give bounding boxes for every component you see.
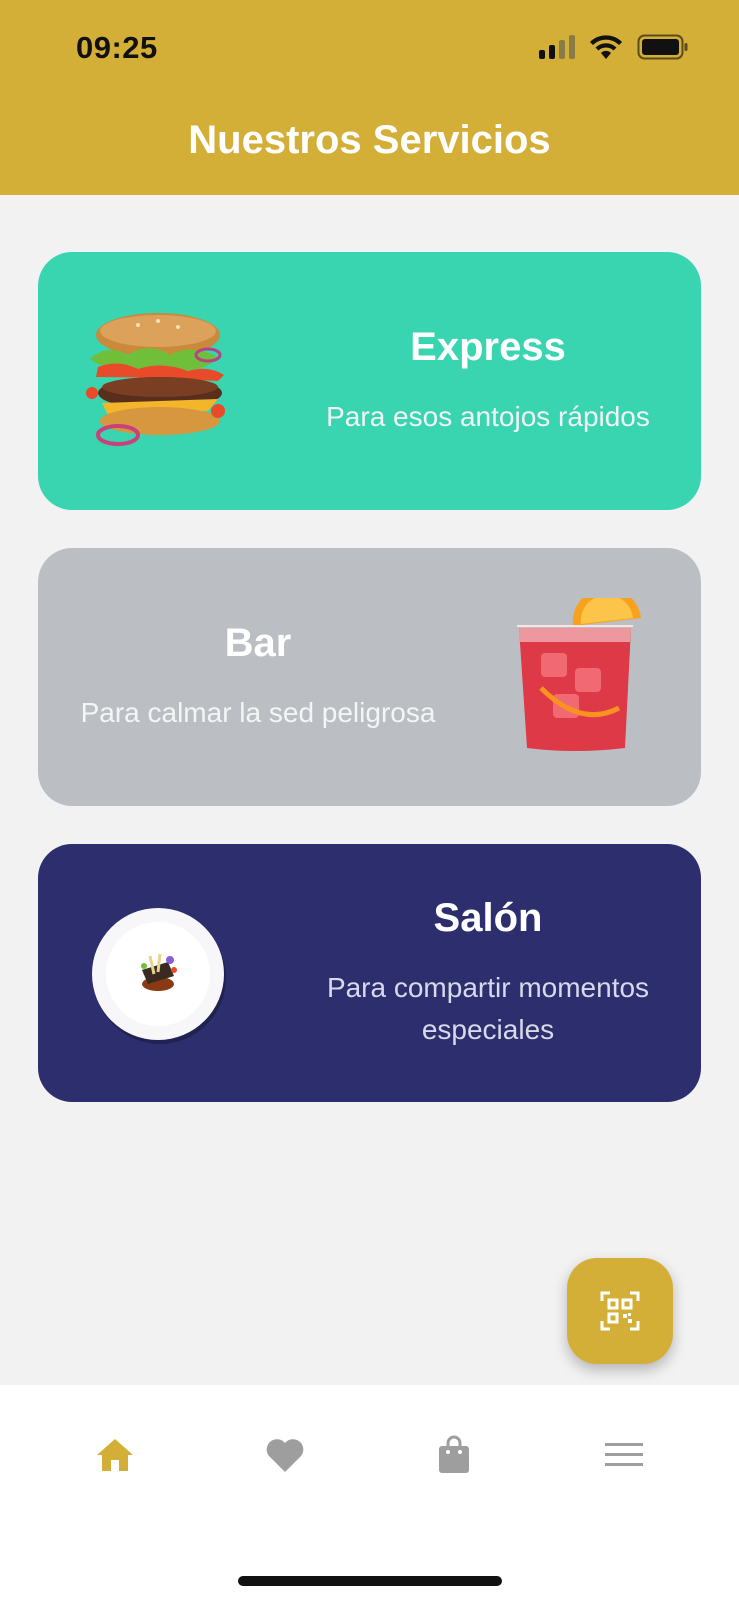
bottom-nav <box>0 1385 739 1600</box>
salon-title: Salón <box>433 895 543 940</box>
service-card-express[interactable]: Express Para esos antojos rápidos <box>38 252 701 510</box>
battery-icon <box>637 34 688 60</box>
qr-code-icon <box>600 1291 640 1331</box>
nav-favorites[interactable] <box>255 1425 315 1485</box>
plated-dish-image <box>92 908 226 1044</box>
wifi-icon <box>590 35 622 59</box>
nav-menu[interactable] <box>594 1425 654 1485</box>
service-card-bar[interactable]: Bar Para calmar la sed peligrosa <box>38 548 701 806</box>
bar-title: Bar <box>224 620 292 665</box>
salon-subtitle: Para compartir momentos especiales <box>326 971 650 1045</box>
express-text: Express Para esos antojos rápidos <box>288 252 688 510</box>
signal-icon <box>539 35 575 59</box>
menu-icon <box>605 1443 643 1466</box>
cocktail-image <box>517 598 641 751</box>
nav-home[interactable] <box>85 1425 145 1485</box>
service-card-salon[interactable]: Salón Para compartir momentos especiales <box>38 844 701 1102</box>
app-header: 09:25 Nuestros Servicios <box>0 0 739 195</box>
bar-text: Bar Para calmar la sed peligrosa <box>58 548 458 806</box>
salon-text: Salón Para compartir momentos especiales <box>288 844 688 1102</box>
express-title: Express <box>410 324 566 369</box>
bar-subtitle: Para calmar la sed peligrosa <box>80 696 436 728</box>
status-icons <box>539 34 689 60</box>
status-time: 09:25 <box>76 30 158 65</box>
heart-icon <box>266 1439 304 1472</box>
express-subtitle: Para esos antojos rápidos <box>326 400 650 432</box>
shopping-bag-icon <box>439 1435 469 1473</box>
home-indicator <box>238 1576 502 1586</box>
home-icon <box>97 1439 133 1471</box>
page-title: Nuestros Servicios <box>188 118 551 162</box>
burger-image <box>86 313 225 446</box>
nav-cart[interactable] <box>424 1425 484 1485</box>
qr-scan-button[interactable] <box>567 1258 673 1364</box>
